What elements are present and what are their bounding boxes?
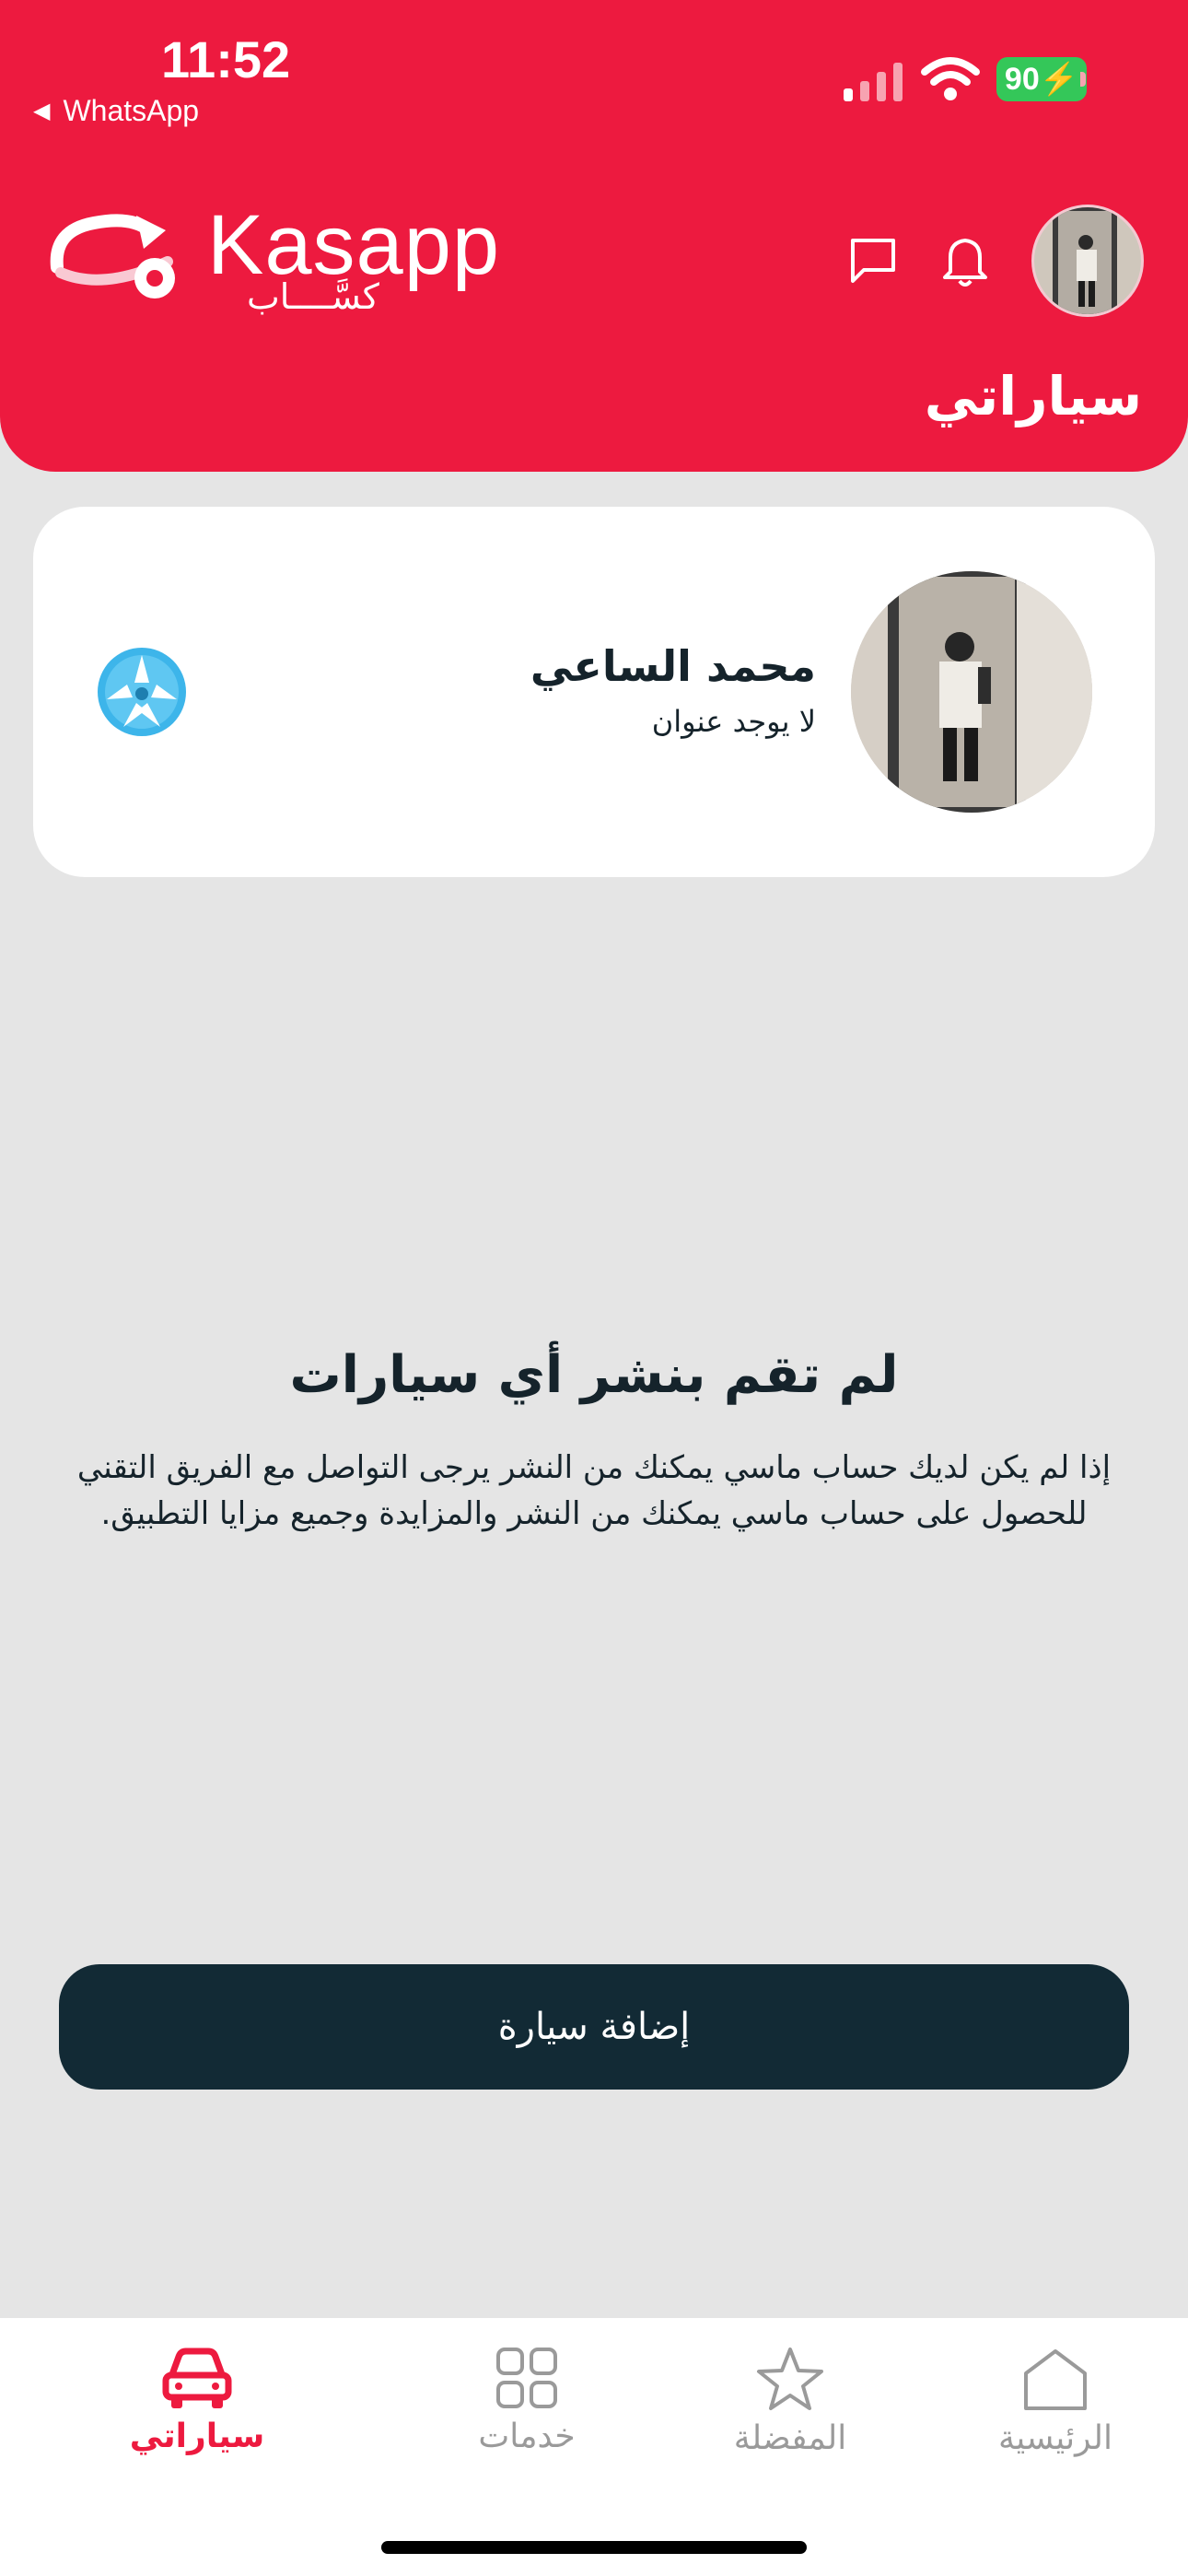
- chat-icon[interactable]: [847, 235, 899, 287]
- bottom-tab-bar: سياراتي خدمات المفضلة الرئيسية: [0, 2318, 1188, 2576]
- battery-indicator: 90 ⚡: [996, 57, 1087, 101]
- empty-state-title: لم تقم بنشر أي سيارات: [289, 1345, 899, 1405]
- tab-services[interactable]: خدمات: [407, 2346, 646, 2455]
- user-avatar-small[interactable]: [1031, 205, 1144, 317]
- tab-label-my-cars: سياراتي: [129, 2418, 265, 2455]
- back-triangle-icon: ◀: [33, 99, 51, 123]
- back-app-label: WhatsApp: [63, 94, 200, 127]
- star-icon: [757, 2348, 823, 2410]
- home-indicator: [381, 2541, 807, 2554]
- grid-icon: [496, 2348, 557, 2408]
- tab-home[interactable]: الرئيسية: [936, 2346, 1175, 2457]
- avatar-photo-icon: [1034, 207, 1141, 314]
- profile-address: لا يوجد عنوان: [651, 704, 816, 739]
- car-icon: [162, 2348, 232, 2408]
- battery-tip: [1080, 72, 1086, 87]
- notification-bell-icon[interactable]: [939, 233, 991, 290]
- tab-label-home: الرئيسية: [998, 2419, 1112, 2457]
- signal-icon: [844, 63, 903, 101]
- kasapp-logo-icon: [50, 214, 175, 299]
- logo-wordmark: Kasapp: [207, 198, 501, 292]
- home-icon: [1024, 2349, 1087, 2410]
- tab-label-favorites: المفضلة: [733, 2419, 847, 2457]
- user-avatar-large[interactable]: [851, 571, 1092, 813]
- charging-bolt-icon: ⚡: [1039, 62, 1079, 97]
- wheel-icon[interactable]: [96, 646, 188, 738]
- battery-level: 90: [1004, 61, 1040, 97]
- profile-photo-icon: [851, 571, 1092, 813]
- page-title: سياراتي: [924, 365, 1142, 427]
- profile-card[interactable]: محمد الساعي لا يوجد عنوان: [33, 507, 1155, 877]
- back-to-app-link[interactable]: ◀ WhatsApp: [33, 94, 199, 128]
- status-time: 11:52: [161, 30, 291, 88]
- tab-my-cars[interactable]: سياراتي: [77, 2346, 317, 2455]
- tab-favorites[interactable]: المفضلة: [670, 2346, 910, 2457]
- wifi-icon: [921, 57, 980, 100]
- add-car-button[interactable]: إضافة سيارة: [59, 1964, 1129, 2090]
- app-header: 11:52 ◀ WhatsApp 90 ⚡ Kasapp كسَّــــاب: [0, 0, 1188, 472]
- empty-state-description: إذا لم يكن لديك حساب ماسي يمكنك من النشر…: [76, 1449, 1112, 1532]
- logo-arabic-wordmark: كسَّــــاب: [247, 276, 379, 317]
- profile-name: محمد الساعي: [530, 641, 816, 691]
- tab-label-services: خدمات: [478, 2418, 576, 2455]
